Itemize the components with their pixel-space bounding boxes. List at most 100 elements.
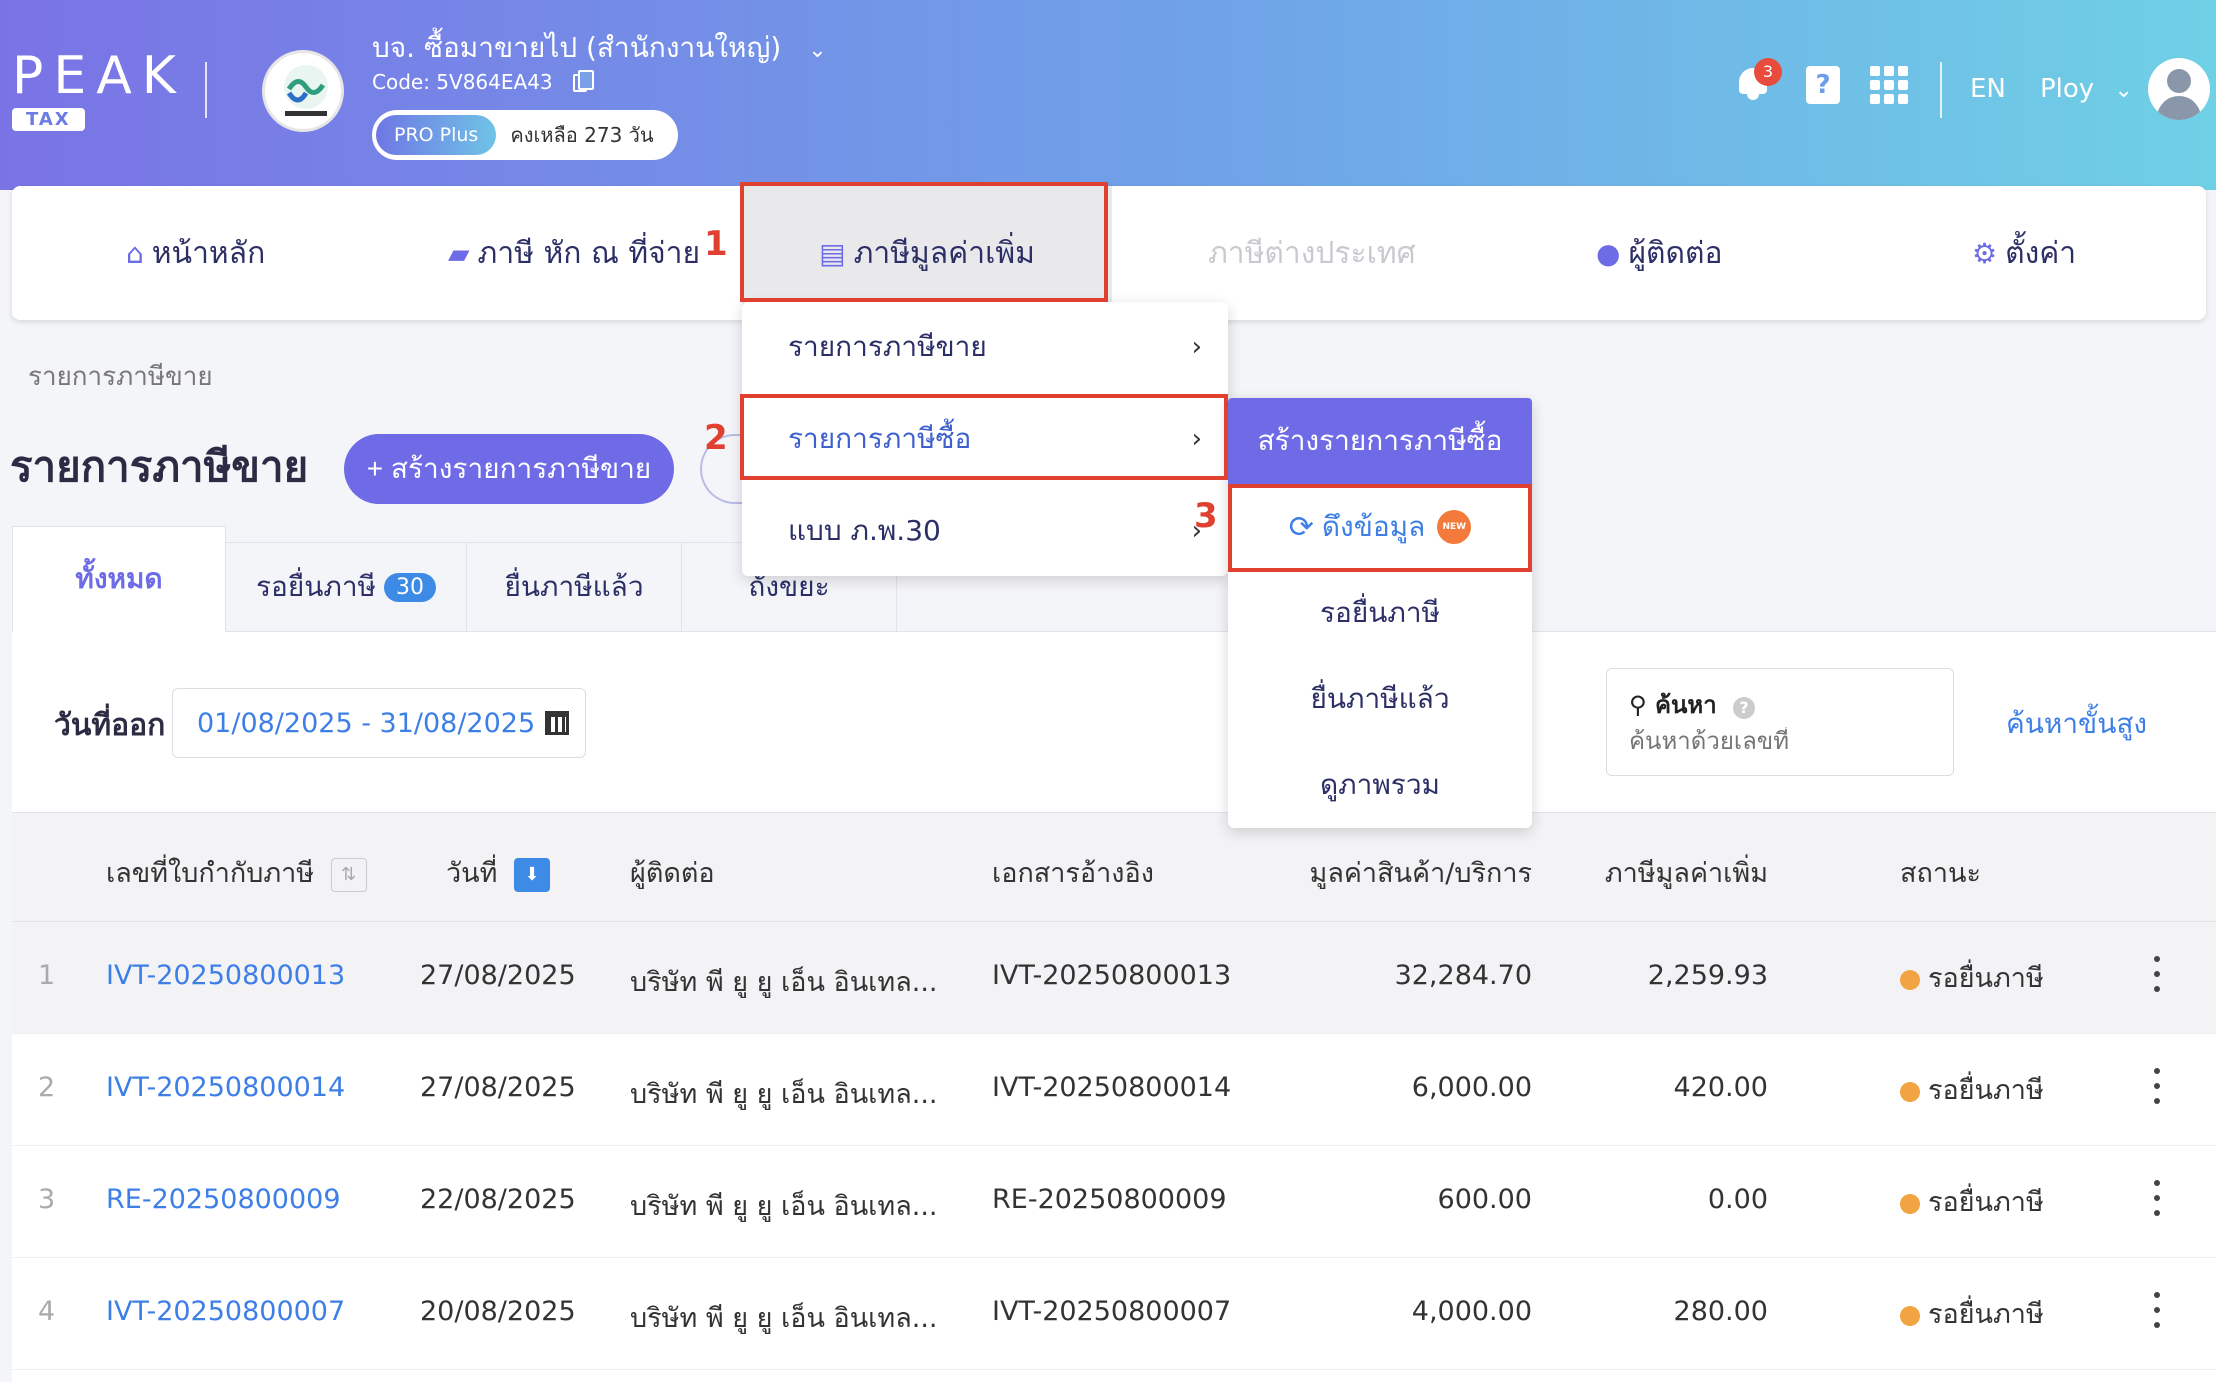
- page-title: รายการภาษีขาย: [10, 442, 309, 491]
- table-row[interactable]: 1 IVT-20250800013 27/08/2025 บริษัท พี ยู ย…: [12, 922, 2216, 1034]
- submenu-item-pending[interactable]: รอยื่นภาษี: [1228, 570, 1532, 656]
- date-range-input[interactable]: 01/08/2025 - 31/08/2025: [172, 688, 586, 758]
- more-options-icon[interactable]: [2154, 1292, 2162, 1328]
- row-vat: 280.00: [1673, 1296, 1768, 1327]
- create-purchase-tax-button[interactable]: สร้างรายการภาษีซื้อ: [1228, 398, 1532, 484]
- table-header: เลขที่ใบกำกับภาษี ⇅ วันที่ ⬇ ผู้ติดต่อ เ…: [12, 812, 2216, 922]
- header-divider: [1940, 62, 1942, 118]
- nav-contacts[interactable]: ● ผู้ติดต่อ: [1596, 186, 1722, 320]
- menu-item-sales-tax[interactable]: รายการภาษีขาย ›: [742, 302, 1228, 392]
- row-reference: IVT-20250800013: [992, 960, 1232, 991]
- nav-vat[interactable]: ▤ ภาษีมูลค่าเพิ่ม: [742, 186, 1112, 320]
- nav-foreign-tax: ภาษีต่างประเทศ: [1208, 186, 1416, 320]
- row-number: 2: [38, 1072, 56, 1103]
- company-code-text: Code: 5V864EA43: [372, 70, 553, 94]
- chevron-down-icon: ⌄: [2114, 78, 2133, 103]
- step-number-2: 2: [704, 418, 728, 458]
- company-logo[interactable]: [262, 50, 344, 132]
- row-reference: IVT-20250800007: [992, 1296, 1232, 1327]
- row-vat: 0.00: [1707, 1184, 1768, 1215]
- menu-item-label: รายการภาษีซื้อ: [788, 422, 972, 455]
- date-filter-label: วันที่ออก: [54, 708, 166, 743]
- row-reference: IVT-20250800014: [992, 1072, 1232, 1103]
- help-icon[interactable]: ?: [1733, 697, 1756, 719]
- nav-home-label: หน้าหลัก: [151, 235, 266, 271]
- column-header-contact: ผู้ติดต่อ: [630, 858, 715, 889]
- search-label-row: ⚲ ค้นหา ?: [1629, 685, 1756, 724]
- row-number: 3: [38, 1184, 56, 1215]
- fetch-data-item[interactable]: ⟳ ดึงข้อมูล NEW: [1228, 484, 1532, 570]
- copy-icon[interactable]: [573, 70, 595, 92]
- chevron-right-icon: ›: [1191, 424, 1202, 454]
- column-header-date[interactable]: วันที่ ⬇: [446, 851, 551, 894]
- apps-grid-icon[interactable]: [1870, 66, 1908, 104]
- status-dot-icon: [1900, 1081, 1920, 1102]
- main-nav: ⌂ หน้าหลัก ▰ ภาษี หัก ณ ที่จ่าย ▤ ภาษีมู…: [12, 186, 2206, 320]
- menu-item-pp30[interactable]: แบบ ภ.พ.30 ›: [742, 486, 1228, 576]
- content-panel: วันที่ออก 01/08/2025 - 31/08/2025 ⚲ ค้นห…: [12, 631, 2216, 1382]
- search-label: ค้นหา: [1654, 691, 1717, 719]
- home-icon: ⌂: [126, 236, 144, 270]
- doc-number-link[interactable]: IVT-20250800014: [106, 1072, 345, 1103]
- tab-filed[interactable]: ยื่นภาษีแล้ว: [466, 542, 682, 632]
- row-contact: บริษัท พี ยู ยู เอ็น อินเทล...: [630, 967, 938, 998]
- menu-item-purchase-tax[interactable]: รายการภาษีซื้อ ›: [742, 394, 1228, 484]
- nav-foreign-label: ภาษีต่างประเทศ: [1208, 235, 1416, 271]
- submenu-item-filed[interactable]: ยื่นภาษีแล้ว: [1228, 656, 1532, 742]
- nav-withholding-tax[interactable]: ▰ ภาษี หัก ณ ที่จ่าย: [448, 186, 700, 320]
- doc-number-link[interactable]: IVT-20250800007: [106, 1296, 345, 1327]
- column-label: เลขที่ใบกำกับภาษี: [106, 858, 315, 889]
- row-number: 4: [38, 1296, 56, 1327]
- table-row[interactable]: 4 IVT-20250800007 20/08/2025 บริษัท พี ยู ย…: [12, 1258, 2216, 1370]
- plan-name: PRO Plus: [376, 115, 497, 155]
- row-contact: บริษัท พี ยู ยู เอ็น อินเทล...: [630, 1303, 938, 1334]
- submenu-item-overview[interactable]: ดูภาพรวม: [1228, 742, 1532, 828]
- language-switch[interactable]: EN: [1970, 74, 2006, 104]
- table-row[interactable]: 2 IVT-20250800014 27/08/2025 บริษัท พี ยู ย…: [12, 1034, 2216, 1146]
- more-options-icon[interactable]: [2154, 1180, 2162, 1216]
- new-badge: NEW: [1437, 510, 1472, 544]
- nav-withholding-label: ภาษี หัก ณ ที่จ่าย: [477, 235, 701, 271]
- search-box[interactable]: ⚲ ค้นหา ?: [1606, 668, 1954, 776]
- sort-down-icon[interactable]: ⬇: [514, 857, 551, 892]
- chevron-down-icon: ⌄: [808, 38, 827, 63]
- row-amount: 600.00: [1437, 1184, 1532, 1215]
- nav-settings[interactable]: ⚙ ตั้งค่า: [1972, 186, 2076, 320]
- column-header-amount: มูลค่าสินค้า/บริการ: [1309, 858, 1532, 889]
- wallet-icon: ▰: [448, 236, 470, 270]
- tab-all[interactable]: ทั้งหมด: [12, 526, 226, 632]
- status-dot-icon: [1900, 1193, 1920, 1214]
- search-input[interactable]: [1629, 727, 1929, 755]
- logo-text: PEAK: [12, 46, 186, 106]
- person-icon: ●: [1596, 236, 1621, 270]
- plan-badge[interactable]: PRO Plus คงเหลือ 273 วัน: [372, 110, 678, 160]
- more-options-icon[interactable]: [2154, 956, 2162, 992]
- peak-logo[interactable]: PEAK TAX: [12, 50, 186, 131]
- nav-home[interactable]: ⌂ หน้าหลัก: [126, 186, 265, 320]
- user-menu[interactable]: Ploy ⌄: [2040, 74, 2133, 104]
- advanced-search-link[interactable]: ค้นหาขั้นสูง: [2006, 702, 2147, 746]
- refresh-icon: ⟳: [1288, 509, 1314, 545]
- row-date: 20/08/2025: [420, 1296, 576, 1327]
- bell-icon[interactable]: 3: [1736, 58, 1782, 100]
- doc-number-link[interactable]: IVT-20250800013: [106, 960, 345, 991]
- fetch-data-label: ดึงข้อมูล: [1321, 510, 1426, 543]
- status-badge: รอยื่นภาษี: [1900, 1292, 2044, 1335]
- column-header-doc-no[interactable]: เลขที่ใบกำกับภาษี ⇅: [106, 851, 367, 894]
- company-switcher[interactable]: บจ. ซื้อมาขายไป (สำนักงานใหญ่) ⌄: [372, 26, 827, 70]
- document-icon: ▤: [819, 236, 846, 270]
- status-dot-icon: [1900, 1305, 1920, 1326]
- doc-number-link[interactable]: RE-20250800009: [106, 1184, 341, 1215]
- nav-contacts-label: ผู้ติดต่อ: [1628, 235, 1723, 271]
- create-sales-tax-button[interactable]: + สร้างรายการภาษีขาย: [344, 434, 674, 504]
- gear-icon: ⚙: [1972, 236, 1998, 270]
- sort-icon[interactable]: ⇅: [330, 857, 367, 892]
- table-row[interactable]: 3 RE-20250800009 22/08/2025 บริษัท พี ยู ยู…: [12, 1146, 2216, 1258]
- purchase-tax-submenu: สร้างรายการภาษีซื้อ ⟳ ดึงข้อมูล NEW รอยื…: [1228, 398, 1532, 828]
- avatar[interactable]: [2148, 58, 2210, 120]
- row-date: 27/08/2025: [420, 1072, 576, 1103]
- more-options-icon[interactable]: [2154, 1068, 2162, 1104]
- tab-pending[interactable]: รอยื่นภาษี 30: [225, 542, 467, 632]
- status-badge: รอยื่นภาษี: [1900, 1180, 2044, 1223]
- help-icon[interactable]: ?: [1806, 66, 1840, 104]
